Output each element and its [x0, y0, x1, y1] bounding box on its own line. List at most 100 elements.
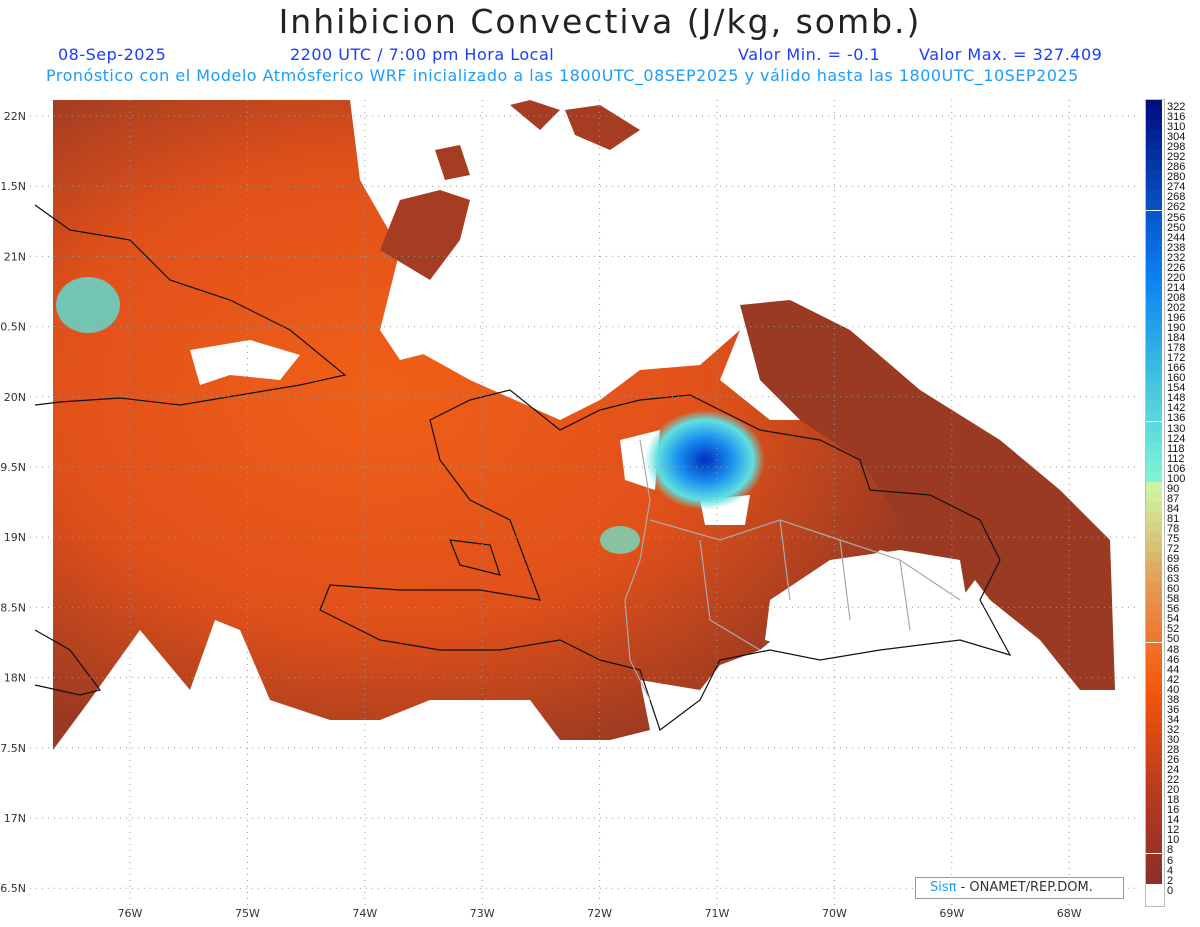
- colorbar-level: 100: [1144, 471, 1200, 484]
- colorbar-level: 124: [1144, 431, 1200, 444]
- blue-core: [645, 410, 765, 510]
- colorbar-level: 30: [1144, 732, 1200, 745]
- lat-label: 17N: [4, 812, 26, 825]
- lon-label: 68W: [1057, 907, 1082, 920]
- colorbar-level: 54: [1144, 612, 1200, 625]
- colorbar-level: 142: [1144, 401, 1200, 414]
- lat-label: 21.5N: [0, 180, 26, 193]
- colorbar-level: 298: [1144, 140, 1200, 153]
- colorbar-level: 106: [1144, 461, 1200, 474]
- colorbar-level: 178: [1144, 341, 1200, 354]
- colorbar-level: 52: [1144, 622, 1200, 635]
- colorbar-level: 84: [1144, 501, 1200, 514]
- colorbar-level: 28: [1144, 743, 1200, 756]
- colorbar-level: 268: [1144, 190, 1200, 203]
- colorbar-level: 36: [1144, 702, 1200, 715]
- colorbar-level: 226: [1144, 260, 1200, 273]
- lon-label: 73W: [470, 907, 495, 920]
- colorbar-level: 20: [1144, 783, 1200, 796]
- cin-map: 22N 21.5N 21N 20.5N 20N 19.5N 19N 18.5N 18N 17.5N…: [0, 100, 1135, 920]
- colorbar: 322 316 310 304 298 292 286 280 274 268 262 256 250 2…: [1144, 100, 1200, 897]
- colorbar-level: 112: [1144, 451, 1200, 464]
- colorbar-level: 148: [1144, 391, 1200, 404]
- colorbar-level: 208: [1144, 290, 1200, 303]
- colorbar-level: 90: [1144, 481, 1200, 494]
- lon-label: 70W: [822, 907, 847, 920]
- colorbar-level: 118: [1144, 441, 1200, 454]
- colorbar-level: 8: [1144, 843, 1200, 856]
- colorbar-level: 58: [1144, 592, 1200, 605]
- colorbar-level: 66: [1144, 562, 1200, 575]
- latitude-labels: 22N 21.5N 21N 20.5N 20N 19.5N 19N 18.5N 18N 17.5N…: [0, 110, 26, 895]
- colorbar-level: 220: [1144, 270, 1200, 283]
- colorbar-level: 244: [1144, 230, 1200, 243]
- field-north-islands: [380, 100, 640, 280]
- colorbar-level: 44: [1144, 662, 1200, 675]
- colorbar-level: 274: [1144, 180, 1200, 193]
- colorbar-level: 75: [1144, 532, 1200, 545]
- cyan-patch-cuba: [56, 277, 120, 333]
- colorbar-level: 130: [1144, 421, 1200, 434]
- lat-label: 18.5N: [0, 601, 26, 614]
- colorbar-label: 0: [1167, 884, 1174, 897]
- colorbar-level: 238: [1144, 240, 1200, 253]
- colorbar-level: 256: [1144, 210, 1200, 223]
- colorbar-level: 262: [1144, 200, 1200, 213]
- lat-label: 19N: [4, 531, 26, 544]
- colorbar-level: 50: [1144, 632, 1200, 645]
- colorbar-level: 310: [1144, 120, 1200, 133]
- colorbar-level: 196: [1144, 310, 1200, 323]
- lat-label: 16.5N: [0, 882, 26, 895]
- colorbar-level: 72: [1144, 542, 1200, 555]
- colorbar-level: 42: [1144, 672, 1200, 685]
- colorbar-level: 316: [1144, 110, 1200, 123]
- colorbar-level: 154: [1144, 381, 1200, 394]
- colorbar-level: 38: [1144, 692, 1200, 705]
- longitude-labels: 76W 75W 74W 73W 72W 71W 70W 69W 68W: [118, 907, 1082, 920]
- colorbar-level: 48: [1144, 642, 1200, 655]
- colorbar-level: 250: [1144, 220, 1200, 233]
- colorbar-level: 56: [1144, 602, 1200, 615]
- lat-label: 20N: [4, 391, 26, 404]
- colorbar-level: 18: [1144, 793, 1200, 806]
- colorbar-level: 60: [1144, 582, 1200, 595]
- lon-label: 72W: [587, 907, 612, 920]
- colorbar-level: 46: [1144, 652, 1200, 665]
- lat-label: 18N: [4, 672, 26, 685]
- colorbar-level: 292: [1144, 150, 1200, 163]
- colorbar-swatch: [1146, 883, 1162, 895]
- colorbar-level: 280: [1144, 170, 1200, 183]
- colorbar-level: 2: [1144, 873, 1200, 886]
- colorbar-level: 4: [1144, 863, 1200, 876]
- colorbar-level: 166: [1144, 361, 1200, 374]
- colorbar-level: 26: [1144, 753, 1200, 766]
- lon-label: 71W: [705, 907, 730, 920]
- colorbar-level: 87: [1144, 491, 1200, 504]
- lat-label: 17.5N: [0, 742, 26, 755]
- credit-box: Sisπ - ONAMET/REP.DOM.: [915, 877, 1124, 899]
- colorbar-level: 160: [1144, 371, 1200, 384]
- colorbar-level: 16: [1144, 803, 1200, 816]
- credit-brand: Sisπ: [930, 880, 957, 895]
- lat-label: 20.5N: [0, 321, 26, 334]
- colorbar-level: 190: [1144, 321, 1200, 334]
- colorbar-level: 136: [1144, 411, 1200, 424]
- colorbar-level: 10: [1144, 833, 1200, 846]
- lon-label: 76W: [118, 907, 143, 920]
- lon-label: 69W: [939, 907, 964, 920]
- colorbar-level: 78: [1144, 521, 1200, 534]
- colorbar-level: 286: [1144, 160, 1200, 173]
- colorbar-level: 32: [1144, 722, 1200, 735]
- colorbar-level: 172: [1144, 351, 1200, 364]
- colorbar-level: 69: [1144, 552, 1200, 565]
- lat-label: 19.5N: [0, 461, 26, 474]
- lat-label: 22N: [4, 110, 26, 123]
- credit-text: - ONAMET/REP.DOM.: [956, 880, 1093, 895]
- colorbar-level: 6: [1144, 853, 1200, 866]
- colorbar-level: 22: [1144, 773, 1200, 786]
- colorbar-level: 304: [1144, 130, 1200, 143]
- colorbar-level: 0: [1144, 883, 1200, 897]
- colorbar-level: 184: [1144, 331, 1200, 344]
- colorbar-level: 34: [1144, 712, 1200, 725]
- colorbar-level: 322: [1144, 100, 1200, 113]
